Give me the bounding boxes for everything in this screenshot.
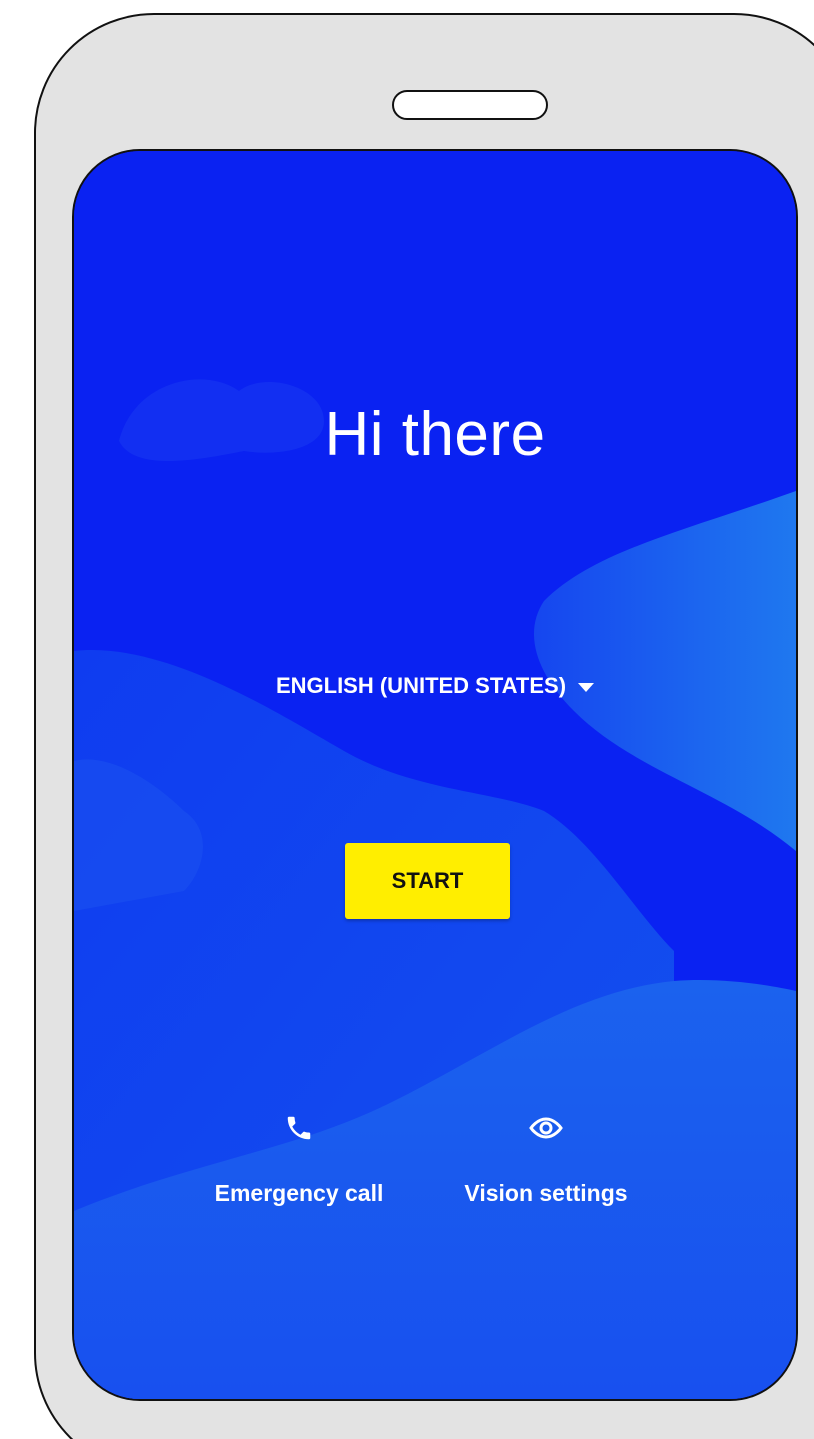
language-selector[interactable]: ENGLISH (UNITED STATES) bbox=[74, 673, 796, 699]
vision-settings-label: Vision settings bbox=[464, 1180, 628, 1206]
emergency-call-label: Emergency call bbox=[214, 1180, 384, 1206]
page: Hi there ENGLISH (UNITED STATES) START E… bbox=[0, 0, 814, 1439]
start-button[interactable]: START bbox=[345, 843, 510, 919]
phone-icon bbox=[277, 1106, 321, 1150]
welcome-title: Hi there bbox=[324, 400, 546, 469]
dropdown-caret-icon bbox=[578, 682, 595, 692]
vision-settings-button[interactable]: Vision settings bbox=[444, 1106, 648, 1207]
phone-screen: Hi there ENGLISH (UNITED STATES) START bbox=[72, 149, 798, 1401]
language-label: ENGLISH (UNITED STATES) bbox=[275, 673, 567, 698]
eye-icon bbox=[524, 1106, 568, 1150]
emergency-call-button[interactable]: Emergency call bbox=[197, 1106, 401, 1207]
phone-speaker bbox=[392, 90, 548, 120]
background-waves bbox=[74, 151, 796, 1399]
